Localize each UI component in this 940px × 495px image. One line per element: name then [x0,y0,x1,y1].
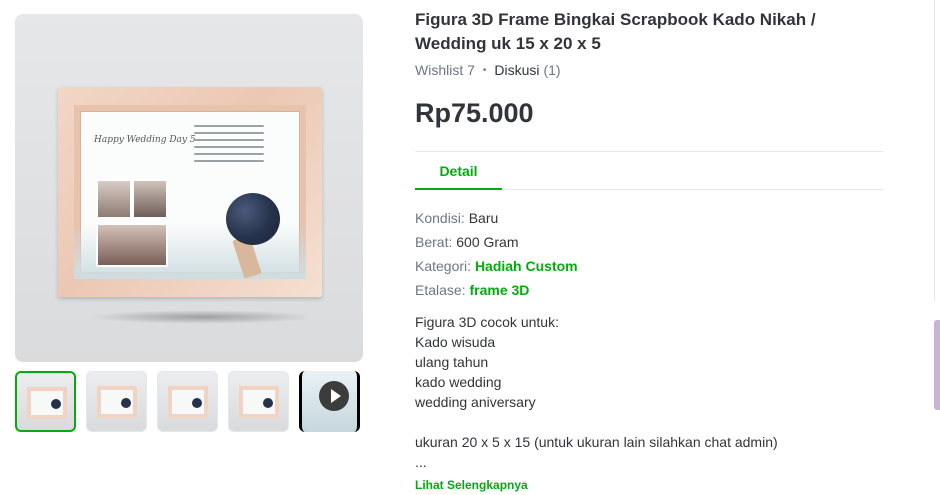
description-line: kado wedding [415,374,502,390]
spec-row-kategori: Kategori: Hadiah Custom [415,254,883,278]
image-handwriting: Happy Wedding Day 5 [94,135,196,145]
description-line: ... [415,454,427,470]
spec-key: Kategori: [415,258,472,274]
description-line: ukuran 20 x 5 x 15 (untuk ukuran lain si… [415,434,778,450]
spec-key: Kondisi: [415,210,465,226]
spec-value: 600 Gram [456,234,519,250]
spec-row-berat: Berat: 600 Gram [415,230,883,254]
tab-detail[interactable]: Detail [415,152,502,190]
wishlist-count: Wishlist 7 [415,62,475,78]
product-gallery: Happy Wedding Day 5 [15,14,363,432]
thumbnail-2[interactable] [86,371,147,432]
detail-tabs: Detail [415,151,883,190]
frame-illustration: Happy Wedding Day 5 [58,87,322,297]
spec-key: Berat: [415,234,453,250]
etalase-link[interactable]: frame 3D [469,282,529,298]
spec-key: Etalase: [415,282,466,298]
product-description: Figura 3D cocok untuk: Kado wisuda ulang… [415,312,883,472]
photo-2 [132,179,168,219]
product-info: Figura 3D Frame Bingkai Scrapbook Kado N… [415,8,883,492]
spec-list: Kondisi: Baru Berat: 600 Gram Kategori: … [415,206,883,302]
main-product-image[interactable]: Happy Wedding Day 5 [15,14,363,362]
photo-1 [96,179,132,219]
description-line: wedding aniversary [415,394,536,410]
play-icon[interactable] [319,381,349,411]
thumbnail-4[interactable] [228,371,289,432]
description-line: ulang tahun [415,354,489,370]
see-more-link[interactable]: Lihat Selengkapnya [415,478,883,492]
spec-row-kondisi: Kondisi: Baru [415,206,883,230]
product-meta: Wishlist 7 • Diskusi (1) [415,62,883,78]
description-blank-line [415,412,883,432]
page-scrollbar[interactable] [934,320,940,410]
kategori-link[interactable]: Hadiah Custom [475,258,578,274]
photo-3 [96,223,168,267]
diskusi-link[interactable]: Diskusi (1) [494,62,560,78]
side-divider [934,0,935,302]
thumbnail-video[interactable] [299,371,360,432]
product-title: Figura 3D Frame Bingkai Scrapbook Kado N… [415,10,816,53]
thumbnail-3[interactable] [157,371,218,432]
thumbnail-strip [15,371,363,432]
description-line: Figura 3D cocok untuk: [415,314,559,330]
frame-shadow [89,310,315,324]
frame-inner-board: Happy Wedding Day 5 [74,105,306,279]
diskusi-count: (1) [543,62,561,78]
note-text-lines [194,125,264,167]
description-line: Kado wisuda [415,334,496,350]
spec-row-etalase: Etalase: frame 3D [415,278,883,302]
thumbnail-1[interactable] [15,371,76,432]
diskusi-label: Diskusi [494,62,540,78]
product-price: Rp75.000 [415,98,534,128]
separator-dot: • [482,64,487,76]
bouquet-flowers [226,193,280,245]
spec-value: Baru [468,210,499,226]
